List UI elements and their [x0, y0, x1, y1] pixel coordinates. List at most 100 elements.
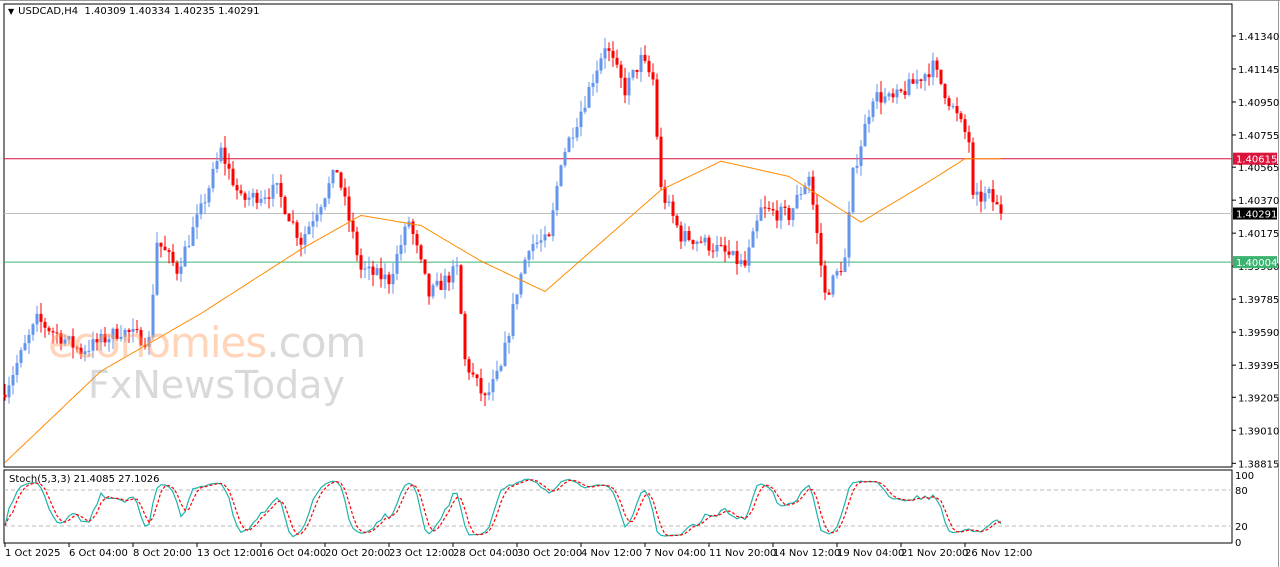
candle-body: [328, 183, 331, 198]
candle: [336, 170, 339, 173]
price-tag-label-support: 1.40004: [1236, 258, 1277, 269]
candle-body: [696, 242, 699, 244]
candle: [888, 91, 891, 100]
price-chart[interactable]: 1.413401.411451.409501.407551.405651.403…: [0, 0, 1280, 567]
candle: [440, 273, 443, 290]
stoch-d-line: [5, 480, 1001, 536]
x-tick-label: 4 Nov 12:00: [581, 548, 642, 559]
candle-body: [984, 193, 987, 201]
candle: [400, 235, 403, 261]
chart-header: ▼USDCAD,H4 1.40309 1.40334 1.40235 1.402…: [8, 6, 259, 17]
candle: [704, 234, 707, 245]
candle: [296, 220, 299, 246]
candle-body: [340, 173, 343, 188]
candle-body: [684, 231, 687, 242]
candle: [236, 178, 239, 199]
candle-body: [828, 293, 831, 295]
x-tick-label: 20 Oct 20:00: [325, 548, 390, 559]
candle-body: [716, 245, 719, 251]
candle: [276, 183, 279, 194]
candle-body: [604, 48, 607, 58]
candle-body: [796, 195, 799, 208]
candle: [24, 335, 27, 351]
candle-body: [12, 375, 15, 385]
candle: [728, 240, 731, 258]
candle-body: [744, 260, 747, 265]
candle: [156, 232, 159, 296]
candle-body: [300, 238, 303, 245]
candle: [332, 169, 335, 188]
candle-body: [852, 168, 855, 212]
candle-body: [656, 79, 659, 136]
candle: [436, 273, 439, 288]
candle: [976, 183, 979, 206]
candle-body: [864, 124, 867, 146]
candle-body: [632, 70, 635, 78]
candle: [516, 294, 519, 310]
candle: [952, 103, 955, 109]
candle-body: [636, 70, 639, 72]
candle: [268, 188, 271, 208]
candle-body: [232, 169, 235, 185]
y-tick-label: 1.39590: [1238, 328, 1279, 339]
candle-body: [384, 275, 387, 280]
candle-body: [972, 142, 975, 194]
candle-body: [728, 252, 731, 255]
candle-body: [596, 71, 599, 83]
candle: [552, 203, 555, 242]
candle-body: [16, 363, 19, 375]
candle-body: [8, 385, 11, 397]
candle-body: [36, 314, 39, 324]
candle: [656, 73, 659, 139]
candle-body: [28, 335, 31, 343]
y-tick-label: 1.40370: [1238, 196, 1279, 207]
candle-body: [704, 238, 707, 243]
candle: [916, 70, 919, 89]
candle-body: [332, 170, 335, 183]
x-tick-label: 13 Oct 12:00: [197, 548, 262, 559]
candle-body: [708, 238, 711, 251]
candle-body: [256, 193, 259, 203]
candle: [620, 61, 623, 88]
candle: [676, 214, 679, 228]
candle: [936, 57, 939, 77]
y-tick-label: 1.40950: [1238, 98, 1279, 109]
candle: [176, 260, 179, 280]
candle: [424, 259, 427, 275]
candle: [732, 251, 735, 256]
candle-body: [156, 243, 159, 295]
candle-body: [980, 192, 983, 202]
y-tick-label: 1.40175: [1238, 229, 1279, 240]
candle: [600, 53, 603, 74]
candle: [648, 55, 651, 76]
candle: [760, 199, 763, 221]
candle-body: [956, 106, 959, 113]
candle-body: [552, 210, 555, 236]
x-tick-label: 30 Oct 20:00: [517, 548, 582, 559]
candle-body: [32, 324, 35, 335]
candle: [172, 244, 175, 266]
candle-body: [760, 207, 763, 220]
candle: [320, 205, 323, 222]
candle: [900, 88, 903, 93]
candle-body: [496, 371, 499, 379]
candle-body: [352, 221, 355, 232]
candle: [576, 118, 579, 141]
candle-body: [312, 221, 315, 226]
candle-body: [820, 233, 823, 265]
candle-body: [268, 197, 271, 198]
candle-body: [368, 267, 371, 269]
candle: [908, 73, 911, 97]
candle-body: [724, 245, 727, 251]
candle-body: [608, 48, 611, 51]
candle: [28, 329, 31, 354]
collapse-triangle-icon[interactable]: ▼: [8, 7, 14, 16]
candle-body: [292, 221, 295, 222]
candle-body: [776, 211, 779, 221]
y-tick-label: 1.38815: [1238, 459, 1279, 470]
candle-body: [548, 234, 551, 236]
stoch-level-label: 80: [1235, 486, 1248, 497]
candle-body: [236, 185, 239, 190]
candle: [616, 50, 619, 68]
candle: [252, 189, 255, 207]
